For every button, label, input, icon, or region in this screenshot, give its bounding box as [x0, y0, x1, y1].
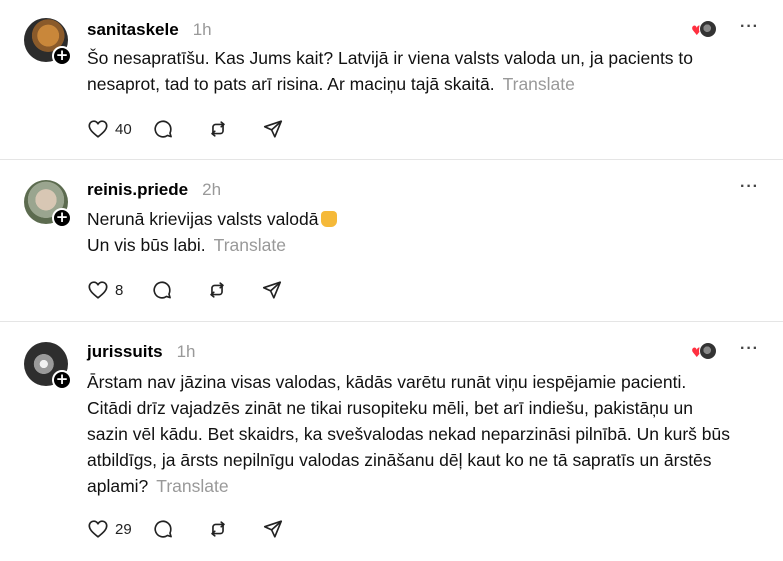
action-bar: 8 — [87, 278, 283, 302]
post-text-line: aplami? — [87, 476, 149, 496]
heart-icon — [88, 520, 108, 538]
post-text-line: sazin vēl kādu. Bet skaidrs, ka svešvalo… — [87, 424, 730, 444]
share-icon — [263, 120, 282, 138]
avatar-container[interactable]: + — [24, 18, 72, 66]
like-button[interactable]: 40 — [87, 117, 132, 141]
like-count: 40 — [115, 120, 132, 138]
heart-icon — [88, 281, 108, 299]
like-count: 29 — [115, 520, 132, 538]
post-body: Nerunā krievijas valsts valodā Un vis bū… — [87, 206, 767, 258]
like-button[interactable]: 8 — [87, 278, 123, 302]
reply-button[interactable] — [152, 117, 174, 141]
post-text-line: Citādi drīz vajadzēs zināt ne tikai ruso… — [87, 398, 694, 418]
timestamp: 1h — [192, 20, 212, 39]
comment-icon — [154, 520, 172, 538]
more-options-icon[interactable]: ··· — [740, 18, 759, 36]
post-card: + reinis.priede 2h ··· Nerunā krievijas v… — [0, 160, 783, 322]
action-bar: 40 — [87, 117, 284, 141]
post-text-line: Šo nesapratīšu. Kas Jums kait? Latvijā i… — [87, 48, 694, 68]
translate-link[interactable]: Translate — [156, 476, 228, 496]
repost-button[interactable] — [207, 517, 229, 541]
like-count: 8 — [115, 281, 124, 299]
repost-icon — [210, 282, 225, 298]
post-text-line: Ārstam nav jāzina visas valodas, kādās v… — [87, 372, 687, 392]
liked-by-author-icon: ♥ — [691, 20, 719, 40]
username-link[interactable]: sanitaskele — [87, 20, 179, 39]
more-options-icon[interactable]: ··· — [740, 340, 759, 358]
post-body: Šo nesapratīšu. Kas Jums kait? Latvijā i… — [87, 45, 767, 97]
comment-icon — [154, 120, 172, 138]
liked-by-author-icon: ♥ — [691, 342, 719, 362]
action-bar: 29 — [87, 517, 284, 541]
repost-icon — [210, 121, 225, 137]
more-options-icon[interactable]: ··· — [740, 178, 759, 196]
share-button[interactable] — [262, 517, 284, 541]
follow-plus-icon[interactable]: + — [52, 208, 72, 228]
share-button[interactable] — [262, 117, 284, 141]
timestamp: 1h — [176, 342, 196, 361]
post-header: reinis.priede 2h — [87, 180, 221, 200]
timestamp: 2h — [202, 180, 222, 199]
username-link[interactable]: reinis.priede — [87, 180, 188, 199]
post-card: + jurissuits 1h ♥ ··· Ārstam nav jāzina v… — [0, 322, 783, 561]
post-card: + sanitaskele 1h ♥ ··· Šo nesapratīšu. Ka… — [0, 0, 783, 160]
reply-button[interactable] — [151, 278, 173, 302]
post-body: Ārstam nav jāzina visas valodas, kādās v… — [87, 369, 767, 499]
share-button[interactable] — [261, 278, 283, 302]
username-link[interactable]: jurissuits — [87, 342, 163, 361]
share-icon — [263, 281, 282, 299]
avatar-container[interactable]: + — [24, 180, 72, 228]
translate-link[interactable]: Translate — [214, 235, 286, 255]
avatar-container[interactable]: + — [24, 342, 72, 390]
translate-link[interactable]: Translate — [503, 74, 575, 94]
repost-icon — [210, 521, 225, 537]
follow-plus-icon[interactable]: + — [52, 46, 72, 66]
heart-icon — [88, 120, 108, 138]
repost-button[interactable] — [206, 278, 228, 302]
post-text-line: Un vis būs labi. — [87, 235, 206, 255]
post-text-line: atbildīgs, ja ārsts nepilnīgu valodas zi… — [87, 450, 712, 470]
share-icon — [263, 520, 282, 538]
post-text-line: nesaprot, tad to pats arī risina. Ar mac… — [87, 74, 495, 94]
follow-plus-icon[interactable]: + — [52, 370, 72, 390]
post-header: jurissuits 1h — [87, 342, 196, 362]
repost-button[interactable] — [207, 117, 229, 141]
post-header: sanitaskele 1h — [87, 20, 212, 40]
post-text-line: Nerunā krievijas valsts valodā — [87, 209, 319, 229]
index-pointing-up-emoji — [320, 211, 337, 227]
like-button[interactable]: 29 — [87, 517, 132, 541]
reply-button[interactable] — [152, 517, 174, 541]
comment-icon — [153, 281, 172, 299]
